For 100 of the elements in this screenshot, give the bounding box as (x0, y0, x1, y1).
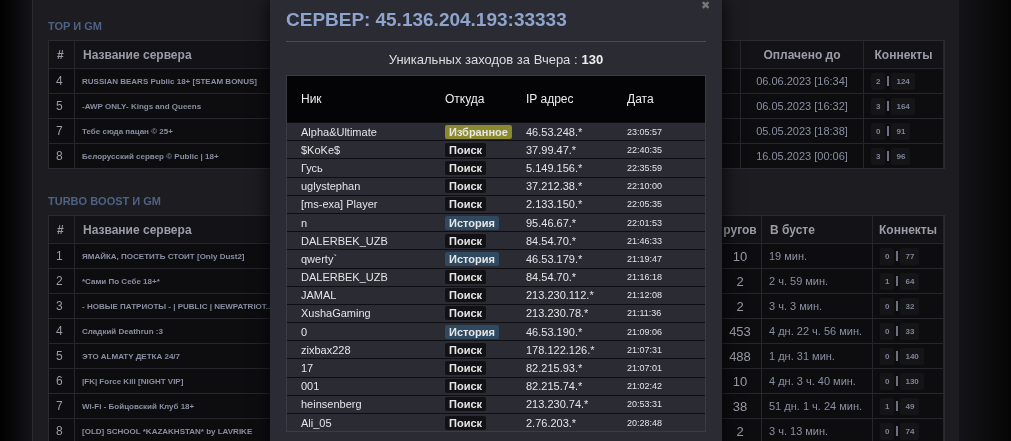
info-cell: 4 дн. 22 ч. 56 мин. (762, 319, 873, 343)
info-cell: 1 дн. 31 мин. (762, 344, 873, 368)
connect-count: 1 (880, 272, 895, 290)
section-title: TOP И GM (48, 20, 102, 32)
player-nick: XushaGaming (300, 307, 372, 320)
connect-total: 140 (900, 347, 924, 365)
column-header: Дата (626, 92, 655, 106)
ip-cell-text: 95.46.67.* (525, 216, 578, 229)
info-cell: 3 ч. 13 мин. (762, 419, 873, 441)
connect-count: 3 (871, 97, 886, 115)
column-header: Ник (300, 92, 323, 106)
close-button[interactable]: ✖ (701, 0, 710, 10)
time-cell-text: 21:07:01 (626, 363, 664, 374)
connect-count: 0 (880, 247, 895, 265)
player-nick: heinsenberg (300, 398, 363, 411)
connect-count: 0 (880, 422, 895, 440)
ip-cell-text: 5.149.156.* (525, 161, 584, 174)
time-cell-text: 21:11:36 (626, 308, 663, 319)
ip-cell-text: 82.215.74.* (525, 380, 584, 393)
connect-total: 33 (900, 322, 920, 340)
column-header: Оплачено до (741, 41, 864, 68)
player-nick: qwerty` (300, 252, 339, 265)
source-badge: Поиск (445, 179, 486, 194)
ip-cell-text: 37.212.38.* (525, 180, 584, 193)
time-cell-text: 20:28:48 (626, 417, 664, 428)
connect-count: 0 (880, 297, 895, 315)
summary-label: Уникальных заходов за Вчера : (388, 52, 578, 67)
rank-cell: 5 (49, 344, 75, 368)
info-cell: 3 ч. 3 мин. (762, 294, 873, 318)
connect-total: 130 (900, 372, 924, 390)
connect-count: 0 (871, 122, 886, 140)
ip-cell-text: 84.54.70.* (525, 271, 578, 284)
connect-count: 3 (871, 147, 886, 165)
time-cell-text: 21:02:42 (626, 381, 664, 392)
rank-cell: 4 (49, 69, 75, 93)
ip-cell-text: 46.53.179.* (525, 252, 584, 265)
player-nick: n (300, 216, 309, 229)
ip-cell-text: 213.230.74.* (525, 398, 590, 411)
source-badge: История (445, 251, 499, 266)
connect-total: 77 (900, 247, 920, 265)
connect-total: 74 (900, 422, 920, 440)
rank-cell: 8 (49, 419, 75, 441)
player-nick: Ali_05 (300, 416, 333, 429)
rank-cell: 7 (49, 119, 75, 143)
time-cell-text: 21:19:47 (626, 253, 664, 264)
section-title: TURBO BOOST И GM (48, 195, 161, 207)
time-cell-text: 21:12:08 (626, 290, 664, 301)
rank-cell: 7 (49, 394, 75, 418)
column-header: IP адрес (525, 92, 575, 106)
source-badge: Поиск (445, 342, 486, 357)
source-badge: Поиск (445, 233, 486, 248)
source-badge: Избранное (445, 124, 512, 139)
info-cell: 06.06.2023 [16:34] (741, 69, 864, 93)
player-nick: [ms-exa] Player (300, 198, 379, 211)
rank-cell: 8 (49, 144, 75, 168)
time-cell-text: 21:16:18 (626, 272, 664, 283)
player-nick: JAMAL (300, 289, 338, 302)
player-nick: Alpha&Ultimate (300, 125, 378, 138)
player-nick: 0 (300, 325, 309, 338)
modal-title: СЕРВЕР: 45.136.204.193:33333 (286, 9, 706, 42)
player-nick: Гусь (300, 161, 324, 174)
connect-total: 49 (900, 397, 920, 415)
time-cell-text: 22:01:53 (626, 217, 664, 228)
player-nick: uglystephan (300, 180, 362, 193)
connect-count: 1 (880, 397, 895, 415)
rank-cell: 5 (49, 94, 75, 118)
time-cell-text: 22:05:35 (626, 199, 664, 210)
connect-total: 164 (891, 97, 915, 115)
rank-cell: 4 (49, 319, 75, 343)
source-badge: История (445, 215, 499, 230)
time-cell-text: 20:53:31 (626, 399, 664, 410)
source-badge: Поиск (445, 415, 486, 430)
info-cell: 4 дн. 3 ч. 40 мин. (762, 369, 873, 393)
ip-cell-text: 2.76.203.* (525, 416, 578, 429)
rank-cell: 1 (49, 244, 75, 268)
rank-cell: 3 (49, 294, 75, 318)
source-badge: Поиск (445, 379, 486, 394)
time-cell-text: 21:09:06 (626, 326, 664, 337)
ip-cell-text: 2.133.150.* (525, 198, 584, 211)
source-badge: История (445, 324, 499, 339)
time-cell-text: 22:40:35 (626, 144, 664, 155)
time-cell-text: 21:07:31 (626, 344, 664, 355)
time-cell-text: 23:05:57 (626, 126, 664, 137)
source-badge: Поиск (445, 397, 486, 412)
time-cell-text: 22:35:59 (626, 162, 664, 173)
column-header: Откуда (444, 92, 486, 106)
connect-total: 124 (891, 72, 915, 90)
ip-cell-text: 46.53.248.* (525, 125, 584, 138)
ip-cell-text: 82.215.93.* (525, 362, 584, 375)
connect-total: 32 (900, 297, 920, 315)
source-badge: Поиск (445, 306, 486, 321)
rank-cell: 6 (49, 369, 75, 393)
info-cell: 19 мин. (762, 244, 873, 268)
info-cell: 06.05.2023 [16:32] (741, 94, 864, 118)
info-cell: 2 ч. 59 мин. (762, 269, 873, 293)
player-nick: 001 (300, 380, 321, 393)
source-badge: Поиск (445, 197, 486, 212)
source-badge: Поиск (445, 288, 486, 303)
ip-cell-text: 46.53.190.* (525, 325, 584, 338)
column-header: Коннекты (864, 41, 944, 68)
